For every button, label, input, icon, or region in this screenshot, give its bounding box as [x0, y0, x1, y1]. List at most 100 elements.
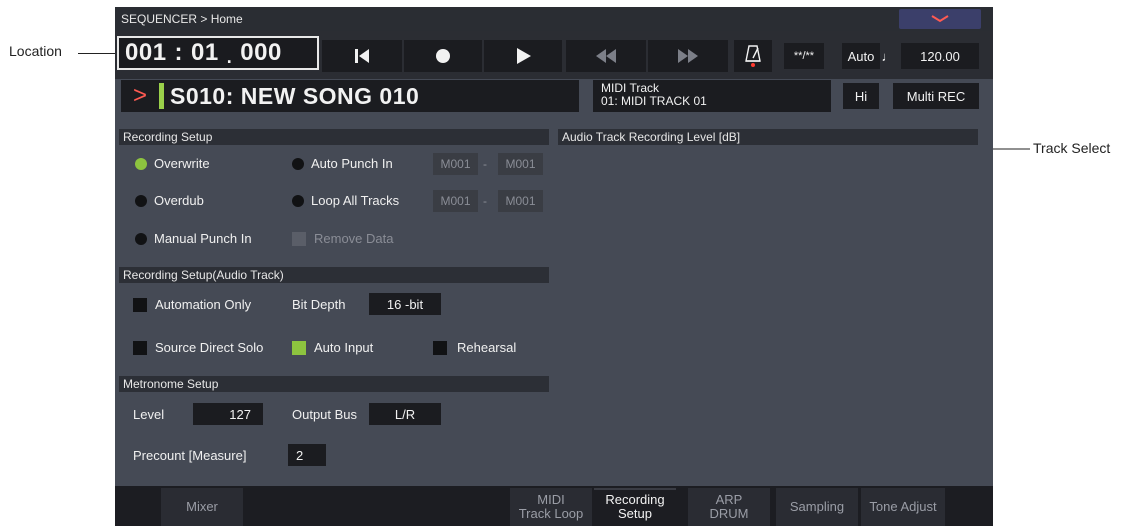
- sequencer-screen: SEQUENCER > Home 001 : 01 . 000 **/** Au…: [115, 7, 993, 526]
- tab-label: Mixer: [186, 499, 218, 514]
- location-display[interactable]: 001 : 01 . 000: [117, 36, 319, 70]
- checkbox-on-icon: [292, 340, 306, 355]
- automation-only-checkbox[interactable]: Automation Only: [133, 297, 251, 312]
- radio-on-icon: [135, 157, 147, 170]
- output-bus-value[interactable]: L/R: [369, 403, 441, 425]
- chevron-down-icon: [931, 15, 949, 23]
- tab-arp-drum[interactable]: ARP DRUM: [688, 488, 770, 526]
- precount-label: Precount [Measure]: [133, 448, 247, 463]
- auto-punch-end[interactable]: M001: [498, 153, 543, 175]
- precount-value[interactable]: 2: [288, 444, 326, 466]
- location-tick: 000: [240, 39, 282, 66]
- metronome-button[interactable]: [734, 40, 772, 72]
- location-measure: 001: [125, 39, 167, 66]
- loop-all-tracks-label: Loop All Tracks: [311, 193, 400, 208]
- automation-only-label: Automation Only: [155, 297, 252, 312]
- loop-all-tracks-radio[interactable]: Loop All Tracks: [292, 193, 399, 208]
- overwrite-radio[interactable]: Overwrite: [135, 156, 210, 171]
- rewind-icon: [596, 49, 616, 63]
- overdub-label: Overdub: [154, 193, 204, 208]
- song-accent-bar: [159, 83, 164, 109]
- checkbox-off-icon: [133, 297, 147, 312]
- auto-punch-in-label: Auto Punch In: [311, 156, 393, 171]
- remove-data-checkbox[interactable]: Remove Data: [292, 231, 393, 246]
- audio-level-header: Audio Track Recording Level [dB]: [558, 129, 978, 145]
- auto-input-label: Auto Input: [314, 340, 374, 355]
- level-label: Level: [133, 407, 165, 422]
- checkbox-off-icon: [133, 340, 147, 355]
- tab-label-line1: MIDI: [537, 492, 565, 507]
- multi-rec-button[interactable]: Multi REC: [893, 83, 979, 109]
- output-bus-label: Output Bus: [292, 407, 358, 422]
- tab-label-line2: Setup: [618, 506, 652, 521]
- breadcrumb: SEQUENCER > Home: [121, 12, 243, 26]
- radio-off-icon: [135, 194, 147, 207]
- chevron-right-icon: >: [132, 82, 147, 109]
- fast-forward-icon: [678, 49, 698, 63]
- bit-depth-value[interactable]: 16 -bit: [369, 293, 441, 315]
- loop-end[interactable]: M001: [498, 190, 543, 212]
- song-select[interactable]: > S010: NEW SONG 010: [121, 80, 579, 112]
- range-separator: -: [483, 194, 487, 208]
- auto-input-checkbox[interactable]: Auto Input: [292, 340, 373, 355]
- song-title: S010: NEW SONG 010: [170, 82, 420, 109]
- level-value[interactable]: 127: [193, 403, 263, 425]
- play-icon: [517, 48, 531, 64]
- auto-punch-start[interactable]: M001: [433, 153, 478, 175]
- radio-off-icon: [135, 232, 147, 245]
- tab-sampling[interactable]: Sampling: [776, 488, 858, 526]
- remove-data-label: Remove Data: [314, 231, 394, 246]
- tab-label-line1: Recording: [605, 492, 665, 507]
- tempo-mode-button[interactable]: Auto: [842, 43, 880, 69]
- location-annotation: Location: [9, 43, 62, 59]
- track-select[interactable]: MIDI Track 01: MIDI TRACK 01: [593, 80, 831, 112]
- track-name: 01: MIDI TRACK 01: [601, 94, 707, 108]
- overdub-radio[interactable]: Overdub: [135, 193, 204, 208]
- tab-label-line2: Track Loop: [518, 506, 584, 521]
- reset-to-start-icon: [355, 49, 369, 63]
- record-button[interactable]: [404, 40, 482, 72]
- loop-start[interactable]: M001: [433, 190, 478, 212]
- page-menu-button[interactable]: [899, 9, 981, 29]
- tab-recording-setup[interactable]: Recording Setup: [594, 488, 676, 526]
- rehearsal-label: Rehearsal: [457, 340, 517, 355]
- fast-forward-button[interactable]: [648, 40, 728, 72]
- radio-off-icon: [292, 194, 304, 207]
- tab-label-line1: ARP: [715, 492, 743, 507]
- rehearsal-checkbox[interactable]: Rehearsal: [433, 340, 516, 355]
- tempo-note-icon: ♩: [881, 48, 895, 64]
- tab-midi-track-loop[interactable]: MIDI Track Loop: [510, 488, 592, 526]
- play-button[interactable]: [484, 40, 562, 72]
- tab-label-line2: DRUM: [709, 506, 749, 521]
- recording-setup-header: Recording Setup: [119, 129, 549, 145]
- tab-tone-adjust[interactable]: Tone Adjust: [861, 488, 945, 526]
- recording-setup-audio-header: Recording Setup(Audio Track): [119, 267, 549, 283]
- location-dot: .: [226, 46, 233, 67]
- manual-punch-in-label: Manual Punch In: [154, 231, 252, 246]
- tab-bar: Mixer MIDI Track Loop Recording Setup AR…: [115, 486, 993, 526]
- tempo-value[interactable]: 120.00: [901, 43, 979, 69]
- range-separator: -: [483, 157, 487, 171]
- metronome-setup-header: Metronome Setup: [119, 376, 549, 392]
- track-select-annotation: Track Select: [1033, 140, 1111, 156]
- reset-to-start-button[interactable]: [322, 40, 402, 72]
- top-bar: SEQUENCER > Home: [115, 7, 993, 31]
- source-direct-solo-label: Source Direct Solo: [155, 340, 264, 355]
- tab-label: Tone Adjust: [869, 499, 937, 514]
- time-signature-display[interactable]: **/**: [784, 43, 824, 69]
- record-icon: [436, 49, 450, 63]
- tab-label: Sampling: [789, 499, 845, 514]
- metronome-icon: [745, 45, 761, 67]
- manual-punch-in-radio[interactable]: Manual Punch In: [135, 231, 252, 246]
- auto-punch-in-radio[interactable]: Auto Punch In: [292, 156, 393, 171]
- location-beat: 01: [191, 39, 219, 66]
- checkbox-disabled-icon: [292, 231, 306, 246]
- checkbox-off-icon: [433, 340, 447, 355]
- location-separator: :: [174, 39, 184, 66]
- rewind-button[interactable]: [566, 40, 646, 72]
- radio-off-icon: [292, 157, 304, 170]
- overwrite-label: Overwrite: [154, 156, 210, 171]
- tab-mixer[interactable]: Mixer: [161, 488, 243, 526]
- hi-button[interactable]: Hi: [843, 83, 879, 109]
- source-direct-solo-checkbox[interactable]: Source Direct Solo: [133, 340, 263, 355]
